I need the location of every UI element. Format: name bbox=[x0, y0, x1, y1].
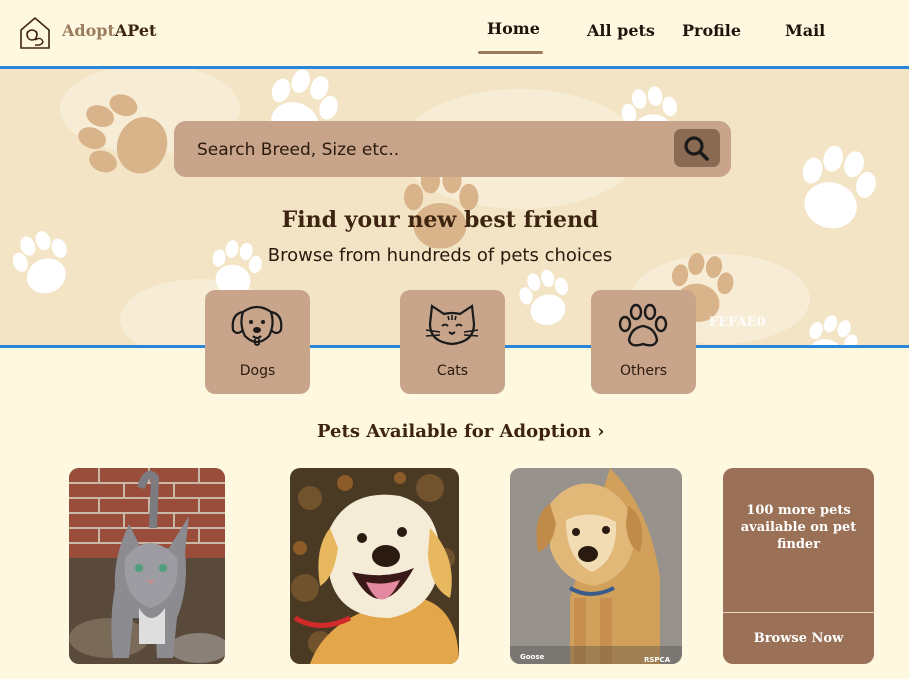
nav-active-indicator bbox=[478, 51, 543, 54]
browse-now-button[interactable]: Browse Now bbox=[723, 613, 874, 664]
adoption-section-title[interactable]: Pets Available for Adoption › bbox=[317, 421, 604, 442]
search-input[interactable] bbox=[197, 136, 667, 164]
labrador-dog-photo: Goose RSPCA bbox=[510, 468, 682, 664]
photo-caption: Goose bbox=[520, 653, 545, 661]
category-dogs[interactable]: Dogs bbox=[205, 290, 310, 394]
category-label-cats: Cats bbox=[436, 363, 469, 379]
category-label-dogs: Dogs bbox=[239, 363, 276, 379]
house-pet-icon[interactable] bbox=[19, 16, 51, 50]
cat-icon bbox=[425, 304, 479, 346]
dog-icon bbox=[231, 305, 283, 346]
pet-card-cat[interactable] bbox=[69, 468, 225, 664]
color-code-label: FEFAE0 bbox=[709, 315, 766, 330]
nav-home[interactable]: Home bbox=[487, 19, 540, 38]
brand-part1: Adopt bbox=[62, 21, 115, 40]
brand-part2: APet bbox=[114, 21, 157, 40]
brand-name[interactable]: AdoptAPet bbox=[62, 21, 156, 40]
nav-mail[interactable]: Mail bbox=[785, 21, 825, 40]
more-pets-text: 100 more pets available on pet finder bbox=[740, 503, 857, 552]
gray-tabby-cat-photo bbox=[69, 468, 225, 664]
hero-title: Find your new best friend bbox=[281, 207, 599, 233]
search-button[interactable] bbox=[674, 129, 720, 167]
photo-watermark: RSPCA bbox=[644, 656, 671, 664]
category-others[interactable]: Others bbox=[591, 290, 696, 394]
pet-card-golden-dog[interactable] bbox=[290, 468, 459, 664]
hero-subtitle: Browse from hundreds of pets choices bbox=[267, 245, 613, 266]
category-label-others: Others bbox=[619, 363, 668, 379]
search-bar bbox=[174, 121, 731, 177]
happy-golden-dog-photo bbox=[290, 468, 459, 664]
nav-all-pets[interactable]: All pets bbox=[587, 21, 655, 40]
search-icon bbox=[684, 136, 709, 161]
paw-icon bbox=[618, 303, 668, 347]
pet-card-labrador[interactable]: Goose RSPCA bbox=[510, 468, 682, 664]
category-cats[interactable]: Cats bbox=[400, 290, 505, 394]
header: AdoptAPet Home All pets Profile Mail bbox=[0, 0, 909, 66]
more-pets-card: 100 more pets available on pet finder Br… bbox=[723, 468, 874, 664]
nav-profile[interactable]: Profile bbox=[682, 21, 741, 40]
